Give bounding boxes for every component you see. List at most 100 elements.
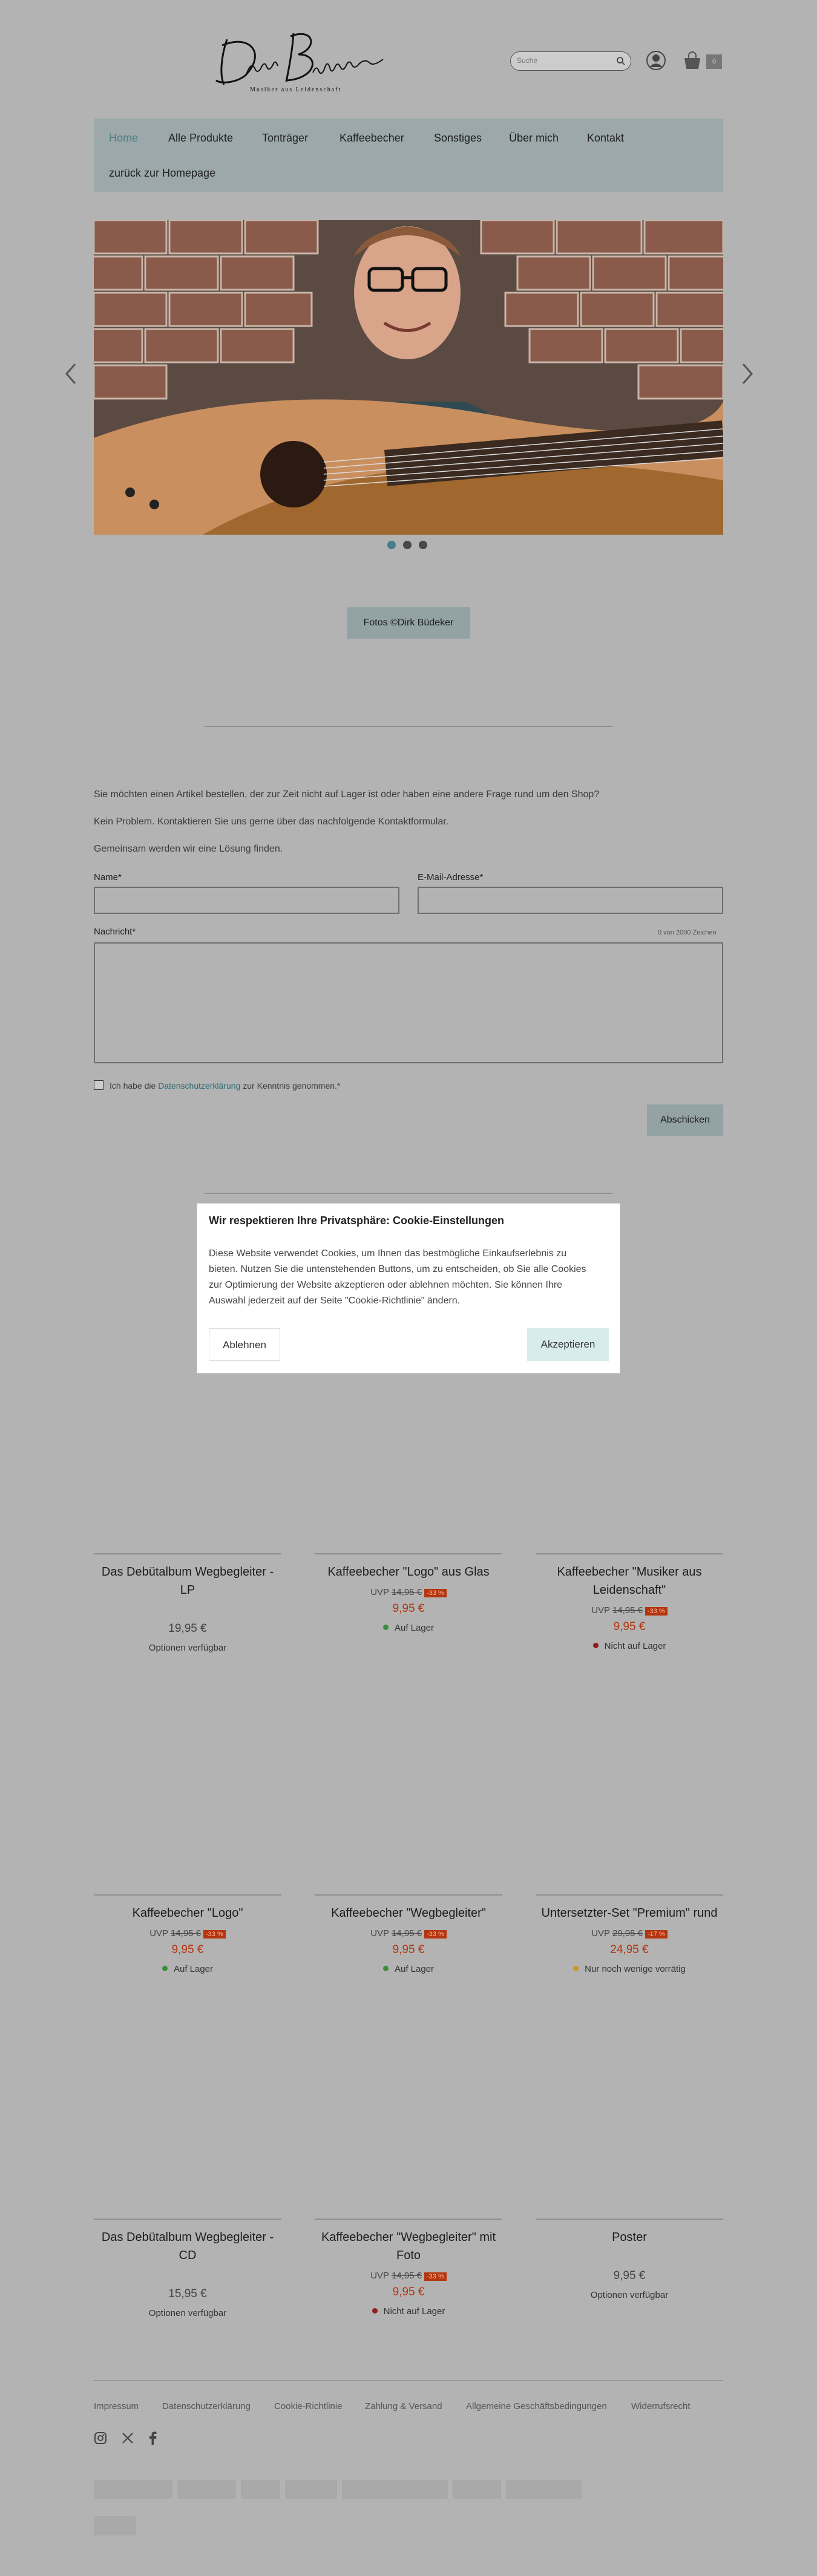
footer-link-privacy[interactable]: Datenschutzerklärung bbox=[162, 2401, 251, 2411]
search-box[interactable] bbox=[510, 51, 631, 71]
status-text: Optionen verfügbar bbox=[148, 2308, 227, 2318]
status-dot-icon bbox=[382, 1625, 389, 1630]
status-text: Auf Lager bbox=[394, 1623, 435, 1633]
product-price: 9,95 € bbox=[613, 1620, 646, 1633]
payment-icon bbox=[342, 2480, 448, 2499]
slider-next-icon[interactable] bbox=[741, 363, 754, 385]
hero-slider[interactable] bbox=[94, 220, 723, 535]
product-title[interactable]: Kaffeebecher "Wegbegleiter" bbox=[315, 1904, 502, 1922]
instagram-icon[interactable] bbox=[94, 2431, 107, 2445]
product-uvp: UVP 29,95 € -17 % bbox=[536, 1928, 723, 1939]
uvp-label: UVP bbox=[591, 1605, 610, 1616]
svg-text:Musiker aus Leidenschaft: Musiker aus Leidenschaft bbox=[250, 86, 341, 93]
product-card[interactable]: Das Debütalbum Wegbegleiter - CD 15,95 € O… bbox=[94, 2219, 281, 2318]
nav-contact[interactable]: Kontakt bbox=[587, 132, 624, 145]
privacy-consent: Ich habe die Datenschutzerklärung zur Ke… bbox=[110, 1081, 340, 1091]
submit-button[interactable]: Abschicken bbox=[647, 1104, 723, 1136]
nav-misc[interactable]: Sonstiges bbox=[434, 132, 482, 145]
product-title[interactable]: Poster bbox=[536, 2228, 723, 2246]
footer-link-imprint[interactable]: Impressum bbox=[94, 2401, 139, 2411]
product-card[interactable]: Poster 9,95 € Optionen verfügbar bbox=[536, 2219, 723, 2300]
name-label: Name* bbox=[94, 872, 122, 882]
x-icon[interactable] bbox=[121, 2431, 134, 2445]
product-title[interactable]: Kaffeebecher "Logo" aus Glas bbox=[315, 1563, 502, 1581]
uvp-label: UVP bbox=[370, 2271, 389, 2281]
product-uvp: UVP 14,95 € -33 % bbox=[315, 1928, 502, 1939]
product-title[interactable]: Untersetzter-Set "Premium" rund bbox=[536, 1904, 723, 1922]
product-price: 19,95 € bbox=[168, 1622, 207, 1635]
nav-all-products[interactable]: Alle Produkte bbox=[168, 132, 233, 145]
slider-dot[interactable] bbox=[419, 541, 427, 549]
payment-icon bbox=[506, 2480, 582, 2499]
privacy-checkbox[interactable] bbox=[94, 1080, 103, 1090]
discount-badge: -33 % bbox=[203, 1930, 226, 1939]
payment-icon bbox=[453, 2480, 501, 2499]
slider-prev-icon[interactable] bbox=[64, 363, 77, 385]
privacy-link[interactable]: Datenschutzerklärung bbox=[158, 1081, 240, 1091]
nav-home[interactable]: Home bbox=[109, 132, 138, 145]
product-card[interactable]: Kaffeebecher "Logo" aus Glas UVP 14,95 € -… bbox=[315, 1553, 502, 1633]
product-title[interactable]: Das Debütalbum Wegbegleiter - CD bbox=[94, 2228, 281, 2265]
cart-count-badge[interactable]: 0 bbox=[706, 54, 722, 69]
nav-recordings[interactable]: Tonträger bbox=[262, 132, 308, 145]
search-icon[interactable] bbox=[616, 56, 626, 66]
photo-credit-button[interactable]: Fotos ©Dirk Büdeker bbox=[347, 607, 470, 639]
product-title[interactable]: Kaffeebecher "Musiker aus Leidenschaft" bbox=[536, 1563, 723, 1599]
facebook-icon[interactable] bbox=[148, 2431, 157, 2445]
status-dot-icon bbox=[372, 2308, 378, 2314]
product-title[interactable]: Das Debütalbum Wegbegleiter - LP bbox=[94, 1563, 281, 1599]
search-input[interactable] bbox=[511, 52, 602, 69]
footer-link-terms[interactable]: Allgemeine Geschäftsbedingungen bbox=[466, 2401, 607, 2411]
contact-intro: Sie möchten einen Artikel bestellen, der… bbox=[94, 789, 600, 800]
privacy-text: Ich habe die bbox=[110, 1081, 156, 1091]
nav-about[interactable]: Über mich bbox=[509, 132, 559, 145]
status-dot-icon bbox=[162, 1966, 168, 1971]
product-card[interactable]: Kaffeebecher "Logo" UVP 14,95 € -33 % 9,95 … bbox=[94, 1894, 281, 1974]
product-price: 9,95 € bbox=[392, 1602, 425, 1615]
status-dot-icon bbox=[573, 1966, 579, 1971]
cart-icon[interactable] bbox=[682, 50, 703, 71]
product-card[interactable]: Kaffeebecher "Musiker aus Leidenschaft" U… bbox=[536, 1553, 723, 1651]
email-field[interactable] bbox=[418, 887, 723, 914]
status-text: Optionen verfügbar bbox=[148, 1643, 227, 1653]
logo[interactable]: Musiker aus Leidenschaft bbox=[209, 21, 384, 94]
cookie-dialog: Wir respektieren Ihre Privatsphäre: Cook… bbox=[197, 1203, 620, 1374]
discount-badge: -33 % bbox=[645, 1607, 668, 1616]
nav-coffee-mugs[interactable]: Kaffeebecher bbox=[340, 132, 404, 145]
name-field[interactable] bbox=[94, 887, 399, 914]
footer-link-shipping[interactable]: Zahlung & Versand bbox=[365, 2401, 442, 2411]
header: Musiker aus Leidenschaft 0 bbox=[0, 0, 817, 103]
product-card[interactable]: Untersetzter-Set "Premium" rund UVP 29,95… bbox=[536, 1894, 723, 1974]
product-status: Optionen verfügbar bbox=[94, 2308, 281, 2318]
divider bbox=[205, 1193, 612, 1194]
product-status: Optionen verfügbar bbox=[94, 1643, 281, 1653]
slider-dot[interactable] bbox=[403, 541, 412, 549]
message-field[interactable] bbox=[94, 942, 723, 1063]
status-text: Auf Lager bbox=[173, 1964, 214, 1974]
status-text: Nicht auf Lager bbox=[604, 1641, 666, 1651]
slider-dots bbox=[387, 540, 435, 552]
slider-dot[interactable] bbox=[387, 541, 396, 549]
cookie-decline-button[interactable]: Ablehnen bbox=[209, 1328, 280, 1361]
uvp-price: 14,95 € bbox=[391, 1928, 422, 1939]
product-card[interactable]: Das Debütalbum Wegbegleiter - LP 19,95 € O… bbox=[94, 1553, 281, 1653]
divider bbox=[205, 726, 612, 727]
product-card[interactable]: Kaffeebecher "Wegbegleiter" UVP 14,95 € -3… bbox=[315, 1894, 502, 1974]
account-icon[interactable] bbox=[646, 50, 666, 71]
product-title[interactable]: Kaffeebecher "Wegbegleiter" mit Foto bbox=[315, 2228, 502, 2265]
status-text: Nur noch wenige vorrätig bbox=[585, 1964, 686, 1974]
product-card[interactable]: Kaffeebecher "Wegbegleiter" mit Foto UVP … bbox=[315, 2219, 502, 2317]
uvp-price: 29,95 € bbox=[612, 1928, 643, 1939]
footer-link-cookie[interactable]: Cookie-Richtlinie bbox=[274, 2401, 343, 2411]
footer-link-withdrawal[interactable]: Widerrufsrecht bbox=[631, 2401, 691, 2411]
product-price: 9,95 € bbox=[392, 1943, 425, 1956]
contact-intro: Gemeinsam werden wir eine Lösung finden. bbox=[94, 844, 283, 854]
nav-back-home[interactable]: zurück zur Homepage bbox=[109, 167, 215, 180]
product-title[interactable]: Kaffeebecher "Logo" bbox=[94, 1904, 281, 1922]
cookie-accept-button[interactable]: Akzeptieren bbox=[527, 1328, 609, 1361]
product-uvp: UVP 14,95 € -33 % bbox=[315, 1587, 502, 1597]
uvp-price: 14,95 € bbox=[391, 1587, 422, 1597]
uvp-price: 14,95 € bbox=[612, 1605, 643, 1616]
